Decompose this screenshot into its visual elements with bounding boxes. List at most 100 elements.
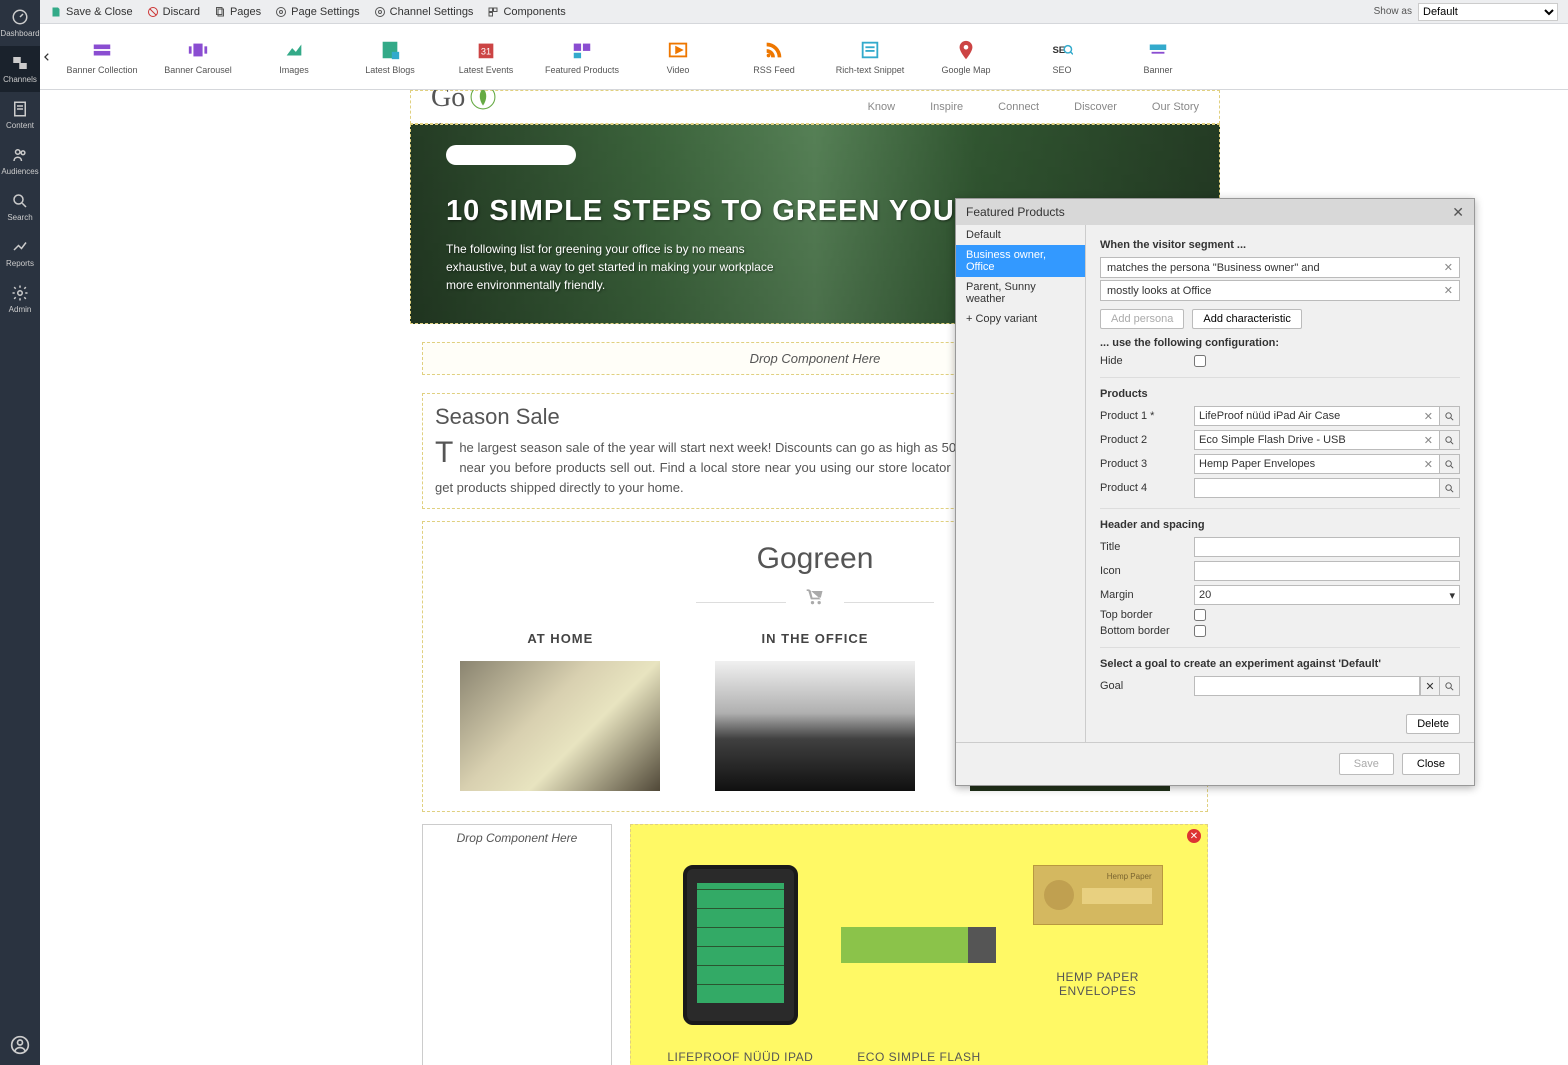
search-icon[interactable] bbox=[1440, 454, 1460, 474]
ribbon-banner-collection[interactable]: Banner Collection bbox=[54, 24, 150, 89]
product-4-field[interactable] bbox=[1194, 478, 1440, 498]
sidebar-item-search[interactable]: Search bbox=[0, 184, 40, 230]
bottom-border-checkbox[interactable] bbox=[1194, 625, 1206, 637]
sidebar-item-dashboard[interactable]: Dashboard bbox=[0, 0, 40, 46]
ribbon-google-map[interactable]: Google Map bbox=[918, 24, 1014, 89]
save-close-button[interactable]: Save & Close bbox=[50, 6, 133, 18]
svg-text:31: 31 bbox=[481, 46, 491, 56]
hide-checkbox[interactable] bbox=[1194, 355, 1206, 367]
goal-heading: Select a goal to create an experiment ag… bbox=[1100, 658, 1460, 670]
product-flash-drive[interactable]: ECO SIMPLE FLASH DRIVE - USB bbox=[841, 855, 996, 1065]
ribbon-images[interactable]: Images bbox=[246, 24, 342, 89]
variant-default[interactable]: Default bbox=[956, 225, 1085, 245]
search-icon[interactable] bbox=[1440, 406, 1460, 426]
drop-zone-2[interactable]: Drop Component Here bbox=[422, 824, 612, 1065]
site-header: Go green Know Inspire Connect Discover O… bbox=[410, 90, 1220, 124]
channel-settings-button[interactable]: Channel Settings bbox=[374, 6, 474, 18]
variants-list: Default Business owner, Office Parent, S… bbox=[956, 225, 1086, 742]
ribbon-back-icon[interactable] bbox=[40, 24, 54, 89]
featured-products-component[interactable]: ✕ LIFEPROOF NÜÜD IPAD AIR CASE ECO SIMPL… bbox=[630, 824, 1208, 1065]
hero-pill bbox=[446, 145, 576, 165]
page-settings-button[interactable]: Page Settings bbox=[275, 6, 360, 18]
sidebar-item-admin[interactable]: Admin bbox=[0, 276, 40, 322]
show-as-select[interactable]: Default bbox=[1418, 3, 1558, 21]
nav-connect[interactable]: Connect bbox=[998, 101, 1039, 113]
sidebar-user-icon[interactable] bbox=[0, 1035, 40, 1055]
sidebar-label: Dashboard bbox=[0, 29, 39, 38]
close-button[interactable]: Close bbox=[1402, 753, 1460, 775]
ribbon-banner[interactable]: Banner bbox=[1110, 24, 1206, 89]
hide-label: Hide bbox=[1100, 355, 1194, 367]
search-icon[interactable] bbox=[1440, 430, 1460, 450]
variant-business-owner[interactable]: Business owner, Office bbox=[956, 245, 1085, 277]
ribbon-video[interactable]: Video bbox=[630, 24, 726, 89]
remove-segment-icon[interactable]: ✕ bbox=[1444, 284, 1453, 297]
category-in-office[interactable]: IN THE OFFICE bbox=[715, 631, 915, 791]
discard-button[interactable]: Discard bbox=[147, 6, 200, 18]
products-heading: Products bbox=[1100, 388, 1460, 400]
delete-button[interactable]: Delete bbox=[1406, 714, 1460, 734]
nav-inspire[interactable]: Inspire bbox=[930, 101, 963, 113]
segment-condition-1: matches the persona "Business owner" and… bbox=[1100, 257, 1460, 278]
ribbon-latest-blogs[interactable]: Latest Blogs bbox=[342, 24, 438, 89]
ribbon-rss-feed[interactable]: RSS Feed bbox=[726, 24, 822, 89]
ipad-image bbox=[683, 865, 798, 1025]
search-icon[interactable] bbox=[1440, 676, 1460, 696]
hero-text: The following list for greening your off… bbox=[446, 240, 786, 294]
goal-field[interactable] bbox=[1194, 676, 1420, 696]
pages-button[interactable]: Pages bbox=[214, 6, 261, 18]
add-characteristic-button[interactable]: Add characteristic bbox=[1192, 309, 1301, 329]
sidebar-item-content[interactable]: Content bbox=[0, 92, 40, 138]
title-field[interactable] bbox=[1194, 537, 1460, 557]
chevron-down-icon: ▾ bbox=[1449, 589, 1455, 602]
ribbon-rich-text[interactable]: Rich-text Snippet bbox=[822, 24, 918, 89]
ribbon-latest-events[interactable]: 31Latest Events bbox=[438, 24, 534, 89]
sidebar-label: Admin bbox=[9, 305, 32, 314]
nav-our-story[interactable]: Our Story bbox=[1152, 101, 1199, 113]
product-2-field[interactable]: Eco Simple Flash Drive - USB✕ bbox=[1194, 430, 1440, 450]
segment-heading: When the visitor segment ... bbox=[1100, 239, 1460, 251]
close-icon[interactable]: ✕ bbox=[1452, 204, 1464, 221]
show-as-label: Show as bbox=[1374, 6, 1412, 17]
category-at-home[interactable]: AT HOME bbox=[460, 631, 660, 791]
config-heading: ... use the following configuration: bbox=[1100, 337, 1460, 349]
sidebar-item-channels[interactable]: Channels bbox=[0, 46, 40, 92]
ribbon-featured-products[interactable]: Featured Products bbox=[534, 24, 630, 89]
dialog-footer: Save Close bbox=[956, 742, 1474, 785]
top-border-checkbox[interactable] bbox=[1194, 609, 1206, 621]
save-button[interactable]: Save bbox=[1339, 753, 1394, 775]
ribbon-seo[interactable]: SESEO bbox=[1014, 24, 1110, 89]
dialog-title: Featured Products bbox=[966, 205, 1065, 219]
clear-icon[interactable]: ✕ bbox=[1422, 410, 1435, 423]
left-sidebar: Dashboard Channels Content Audiences Sea… bbox=[0, 0, 40, 1065]
category-image bbox=[715, 661, 915, 791]
components-button[interactable]: Components bbox=[487, 6, 565, 18]
top-toolbar: Save & Close Discard Pages Page Settings… bbox=[40, 0, 1568, 24]
search-icon[interactable] bbox=[1440, 478, 1460, 498]
sidebar-label: Reports bbox=[6, 259, 34, 268]
dialog-header[interactable]: Featured Products ✕ bbox=[956, 199, 1474, 225]
sidebar-label: Content bbox=[6, 121, 34, 130]
nav-discover[interactable]: Discover bbox=[1074, 101, 1117, 113]
variant-copy[interactable]: + Copy variant bbox=[956, 309, 1085, 329]
add-persona-button[interactable]: Add persona bbox=[1100, 309, 1184, 329]
clear-icon[interactable]: ✕ bbox=[1422, 458, 1435, 471]
remove-segment-icon[interactable]: ✕ bbox=[1444, 261, 1453, 274]
product-1-field[interactable]: LifeProof nüüd iPad Air Case✕ bbox=[1194, 406, 1440, 426]
sidebar-label: Channels bbox=[3, 75, 37, 84]
variant-parent-sunny[interactable]: Parent, Sunny weather bbox=[956, 277, 1085, 309]
product-envelopes[interactable]: Hemp Paper HEMP PAPER ENVELOPES bbox=[1020, 855, 1175, 1065]
icon-field[interactable] bbox=[1194, 561, 1460, 581]
clear-icon[interactable]: ✕ bbox=[1422, 434, 1435, 447]
sidebar-item-reports[interactable]: Reports bbox=[0, 230, 40, 276]
delete-component-icon[interactable]: ✕ bbox=[1187, 829, 1201, 843]
margin-select[interactable]: 20▾ bbox=[1194, 585, 1460, 605]
segment-condition-2: mostly looks at Office ✕ bbox=[1100, 280, 1460, 301]
featured-products-dialog: Featured Products ✕ Default Business own… bbox=[955, 198, 1475, 786]
ribbon-banner-carousel[interactable]: Banner Carousel bbox=[150, 24, 246, 89]
sidebar-item-audiences[interactable]: Audiences bbox=[0, 138, 40, 184]
clear-icon[interactable]: ✕ bbox=[1420, 676, 1440, 696]
product-3-field[interactable]: Hemp Paper Envelopes✕ bbox=[1194, 454, 1440, 474]
product-ipad-case[interactable]: LIFEPROOF NÜÜD IPAD AIR CASE bbox=[663, 855, 818, 1065]
nav-know[interactable]: Know bbox=[868, 101, 896, 113]
